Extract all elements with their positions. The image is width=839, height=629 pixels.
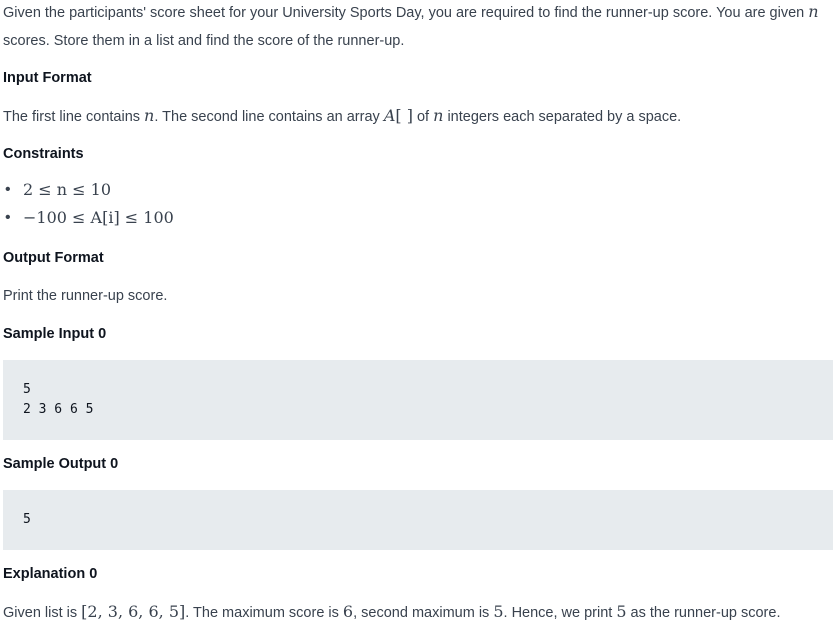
code-line: 2 3 6 6 5 bbox=[23, 402, 94, 417]
intro-paragraph: Given the participants' score sheet for … bbox=[3, 0, 833, 55]
input-text-3: of bbox=[412, 109, 434, 125]
intro-var-n: n bbox=[808, 2, 819, 21]
input-text-1: The first line contains bbox=[3, 109, 145, 125]
input-text-2: . The second line contains an array bbox=[154, 109, 384, 125]
explanation-text-1: Given list is bbox=[3, 605, 82, 621]
sample-output-code: 5 bbox=[3, 490, 833, 550]
explanation-text-2: . The maximum score is bbox=[185, 605, 343, 621]
code-line: 5 bbox=[23, 512, 31, 527]
code-line: 5 bbox=[23, 382, 31, 397]
explanation-text-3: , second maximum is bbox=[353, 605, 494, 621]
sample-input-heading: Sample Input 0 bbox=[3, 326, 107, 342]
explanation-text-5: as the runner-up score. bbox=[626, 605, 781, 621]
constraint-item: • −100 ≤ A[i] ≤ 100 bbox=[3, 204, 174, 232]
constraint-text: −100 ≤ A[i] ≤ 100 bbox=[23, 208, 174, 227]
bullet-icon: • bbox=[5, 181, 11, 198]
explanation-list: [2, 3, 6, 6, 5] bbox=[81, 602, 186, 621]
explanation-answer: 5 bbox=[616, 602, 627, 621]
input-format-heading: Input Format bbox=[3, 70, 92, 86]
input-brackets: [ ] bbox=[395, 106, 413, 125]
intro-text-1: Given the participants' score sheet for … bbox=[3, 5, 809, 21]
output-format-paragraph: Print the runner-up score. bbox=[3, 288, 168, 304]
explanation-max: 6 bbox=[342, 602, 354, 621]
input-var-n: n bbox=[144, 106, 155, 125]
input-var-n2: n bbox=[433, 106, 444, 125]
constraint-item: • 2 ≤ n ≤ 10 bbox=[3, 176, 174, 204]
explanation-second: 5 bbox=[493, 602, 504, 621]
input-format-paragraph: The first line contains n. The second li… bbox=[3, 102, 681, 131]
explanation-text-4: . Hence, we print bbox=[503, 605, 617, 621]
constraints-heading: Constraints bbox=[3, 146, 84, 162]
input-text-4: integers each separated by a space. bbox=[443, 109, 682, 125]
bullet-icon: • bbox=[5, 209, 11, 226]
constraint-text: 2 ≤ n ≤ 10 bbox=[23, 180, 111, 199]
sample-output-heading: Sample Output 0 bbox=[3, 456, 119, 472]
explanation-heading: Explanation 0 bbox=[3, 566, 98, 582]
intro-text-2: scores. Store them in a list and find th… bbox=[3, 33, 405, 49]
constraints-list: • 2 ≤ n ≤ 10 • −100 ≤ A[i] ≤ 100 bbox=[3, 176, 174, 232]
input-var-A: A bbox=[383, 106, 396, 125]
explanation-paragraph: Given list is [2, 3, 6, 6, 5]. The maxim… bbox=[3, 598, 833, 627]
output-format-heading: Output Format bbox=[3, 250, 104, 266]
sample-input-code: 5 2 3 6 6 5 bbox=[3, 360, 833, 440]
